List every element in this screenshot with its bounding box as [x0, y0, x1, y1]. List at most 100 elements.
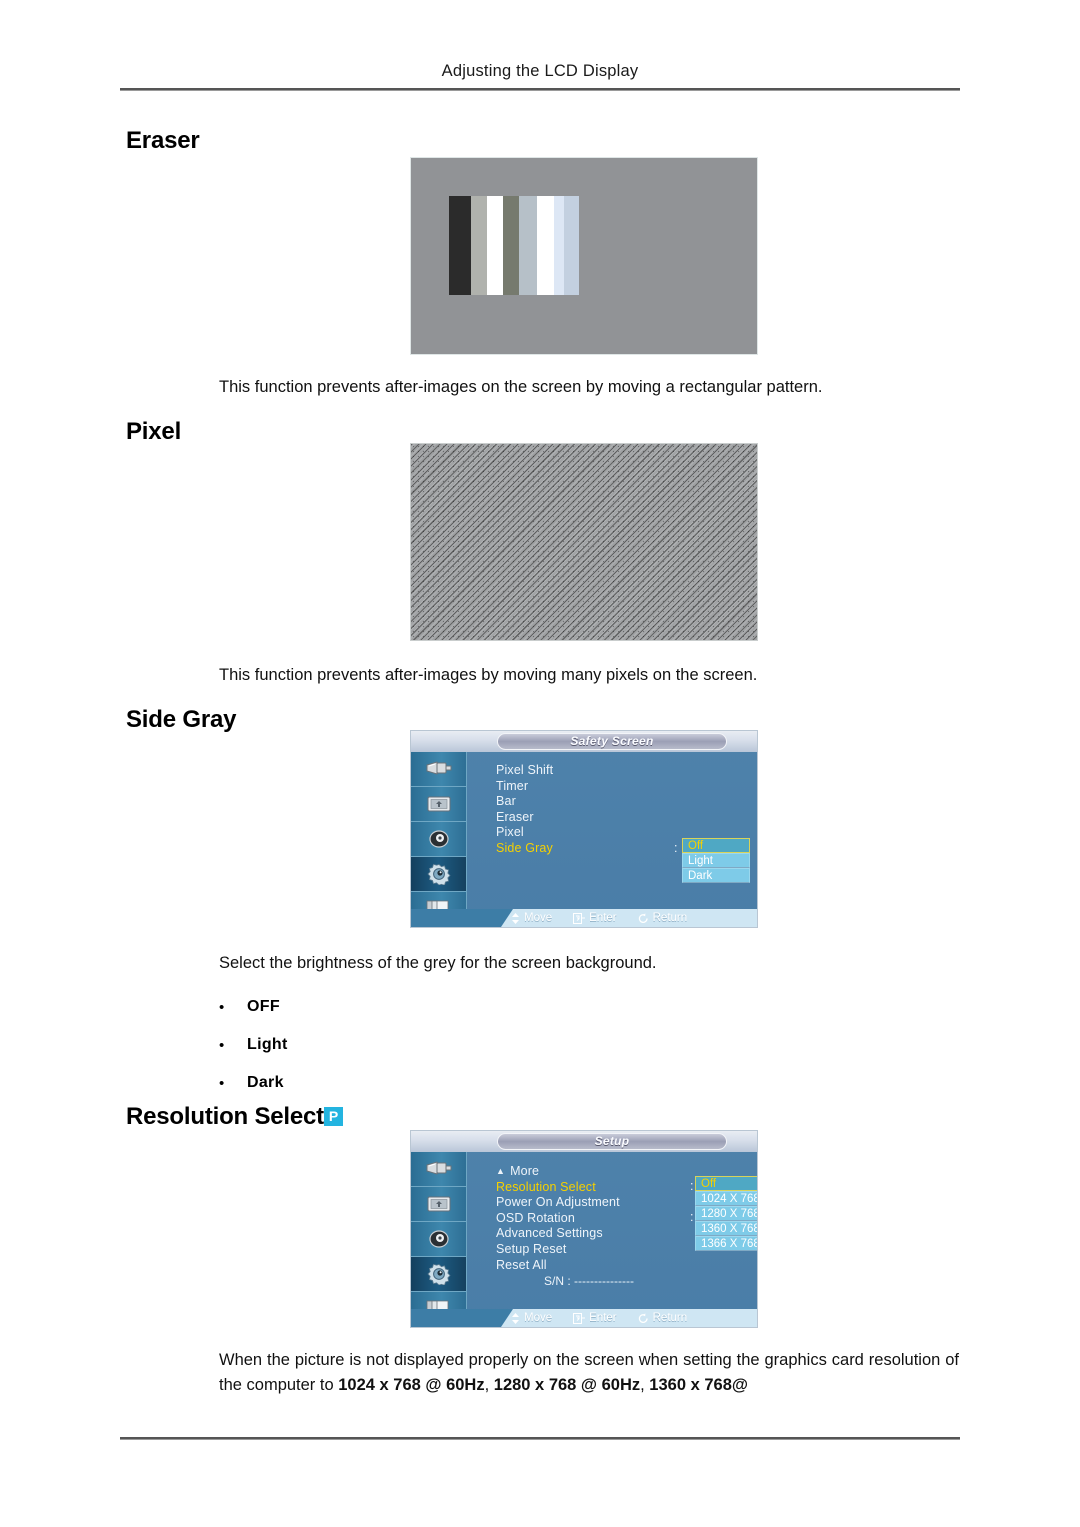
eraser-description: This function prevents after-images on t…: [219, 378, 823, 396]
up-arrow-icon: ▲: [496, 1166, 506, 1176]
osd-sidebar: [411, 752, 467, 927]
dropdown-option-1280x768[interactable]: 1280 X 768: [695, 1206, 757, 1221]
osd-hint-tab-cut: [411, 1309, 513, 1327]
dropdown-option-dark[interactable]: Dark: [682, 868, 750, 883]
enter-key-icon: [573, 912, 586, 924]
osd-hint-bar: Move Enter Return: [411, 909, 757, 927]
dropdown-option-off[interactable]: Off: [682, 838, 750, 853]
eraser-bar: [503, 196, 519, 295]
menu-item-setup-reset[interactable]: Setup Reset: [496, 1242, 620, 1258]
sound-speaker-icon[interactable]: [411, 1222, 466, 1257]
option-light: Light: [247, 1036, 288, 1053]
osd-hint-tab-cut: [411, 909, 513, 927]
option-dark: Dark: [247, 1074, 284, 1091]
osd-safety-screen[interactable]: Safety Screen Pixel Shift Timer Bar Eras…: [410, 730, 758, 928]
menu-item-pixel[interactable]: Pixel: [496, 825, 553, 841]
resolution-select-dropdown[interactable]: Off 1024 X 768 1280 X 768 1360 X 768 136…: [695, 1176, 757, 1251]
side-gray-dropdown[interactable]: Off Light Dark: [682, 838, 750, 883]
hint-enter: Enter: [573, 912, 617, 924]
side-gray-option-list: • OFF • Light • Dark: [219, 988, 288, 1102]
menu-item-more-label: More: [510, 1164, 540, 1178]
dropdown-option-1024x768[interactable]: 1024 X 768: [695, 1191, 757, 1206]
menu-item-timer[interactable]: Timer: [496, 779, 553, 795]
eraser-bar: [519, 196, 537, 295]
up-down-arrow-icon: [512, 1312, 519, 1324]
osd-rotation-colon: :: [690, 1210, 694, 1224]
heading-resolution-select: Resolution Select P: [126, 1103, 343, 1131]
heading-side-gray: Side Gray: [126, 706, 237, 733]
osd-hints: Move Enter Return: [511, 1309, 687, 1327]
menu-item-more[interactable]: ▲ More: [496, 1164, 539, 1180]
eraser-bar: [564, 196, 579, 295]
eraser-bar: [537, 196, 554, 295]
heading-eraser: Eraser: [126, 127, 200, 154]
serial-number-value: ---------------: [574, 1274, 634, 1288]
resolution-value-3: 1360 x 768@: [649, 1376, 748, 1394]
serial-number-label: S/N :: [544, 1274, 571, 1288]
input-plug-icon[interactable]: [411, 752, 466, 787]
hint-move: Move: [511, 912, 552, 924]
side-gray-colon: :: [674, 841, 678, 855]
osd-menu-list: Pixel Shift Timer Bar Eraser Pixel Side …: [496, 763, 553, 857]
sound-speaker-icon[interactable]: [411, 822, 466, 857]
list-item: • Light: [219, 1026, 288, 1064]
option-off: OFF: [247, 998, 280, 1015]
eraser-bar-group: [449, 196, 579, 295]
dropdown-option-1360x768[interactable]: 1360 X 768: [695, 1221, 757, 1236]
eraser-illustration: [410, 157, 758, 355]
hint-return: Return: [638, 912, 687, 924]
picture-icon[interactable]: [411, 787, 466, 822]
osd-content: Pixel Shift Timer Bar Eraser Pixel Side …: [468, 752, 757, 909]
hint-enter: Enter: [573, 1312, 617, 1324]
menu-item-power-on-adjustment[interactable]: Power On Adjustment: [496, 1195, 620, 1211]
hint-move: Move: [511, 1312, 552, 1324]
osd-content: ▲ More Resolution Select Power On Adjust…: [468, 1152, 757, 1309]
osd-title-safety-screen: Safety Screen: [497, 733, 727, 750]
osd-sidebar: [411, 1152, 467, 1327]
pixel-dot-pattern: [411, 444, 757, 640]
resolution-sep-2: ,: [640, 1376, 650, 1394]
dropdown-option-off[interactable]: Off: [695, 1176, 757, 1191]
eraser-bar: [471, 196, 487, 295]
enter-key-icon: [573, 1312, 586, 1324]
osd-hint-bar: Move Enter Return: [411, 1309, 757, 1327]
side-gray-description: Select the brightness of the grey for th…: [219, 954, 657, 972]
return-arrow-icon: [638, 912, 648, 923]
osd-title-setup: Setup: [497, 1133, 727, 1150]
picture-icon[interactable]: [411, 1187, 466, 1222]
osd-setup[interactable]: Setup ▲ More Resolution Select Power On …: [410, 1130, 758, 1328]
document-page: Adjusting the LCD Display Eraser This fu…: [0, 0, 1080, 1527]
up-down-arrow-icon: [512, 912, 519, 924]
bullet-dot: •: [219, 998, 225, 1016]
resolution-select-description: When the picture is not displayed proper…: [219, 1348, 959, 1398]
eraser-bar: [449, 196, 471, 295]
input-plug-icon[interactable]: [411, 1152, 466, 1187]
heading-resolution-select-text: Resolution Select: [126, 1103, 324, 1130]
list-item: • OFF: [219, 988, 288, 1026]
dropdown-option-1366x768[interactable]: 1366 X 768: [695, 1236, 757, 1251]
heading-pixel: Pixel: [126, 418, 182, 445]
resolution-value-2: 1280 x 768 @ 60Hz: [493, 1376, 641, 1394]
osd-menu-list: ▲ More Resolution Select Power On Adjust…: [496, 1163, 620, 1273]
menu-item-bar[interactable]: Bar: [496, 794, 553, 810]
menu-item-reset-all[interactable]: Reset All: [496, 1258, 620, 1274]
list-item: • Dark: [219, 1064, 288, 1102]
menu-item-advanced-settings[interactable]: Advanced Settings: [496, 1226, 620, 1242]
menu-item-pixel-shift[interactable]: Pixel Shift: [496, 763, 553, 779]
serial-number-row: S/N : ---------------: [544, 1274, 634, 1288]
pixel-illustration: [410, 443, 758, 641]
menu-item-eraser[interactable]: Eraser: [496, 810, 553, 826]
hint-return: Return: [638, 1312, 687, 1324]
osd-hints: Move Enter Return: [511, 909, 687, 927]
dropdown-option-light[interactable]: Light: [682, 853, 750, 868]
bullet-dot: •: [219, 1074, 225, 1092]
setup-gear-icon[interactable]: [411, 1257, 466, 1292]
page-header-title: Adjusting the LCD Display: [441, 62, 639, 80]
resolution-value-1: 1024 x 768 @ 60Hz: [338, 1376, 485, 1394]
pc-badge-icon: P: [323, 1107, 343, 1127]
return-arrow-icon: [638, 1312, 648, 1323]
menu-item-osd-rotation[interactable]: OSD Rotation: [496, 1211, 620, 1227]
menu-item-resolution-select[interactable]: Resolution Select: [496, 1180, 620, 1196]
menu-item-side-gray[interactable]: Side Gray: [496, 841, 553, 857]
setup-gear-icon[interactable]: [411, 857, 466, 892]
